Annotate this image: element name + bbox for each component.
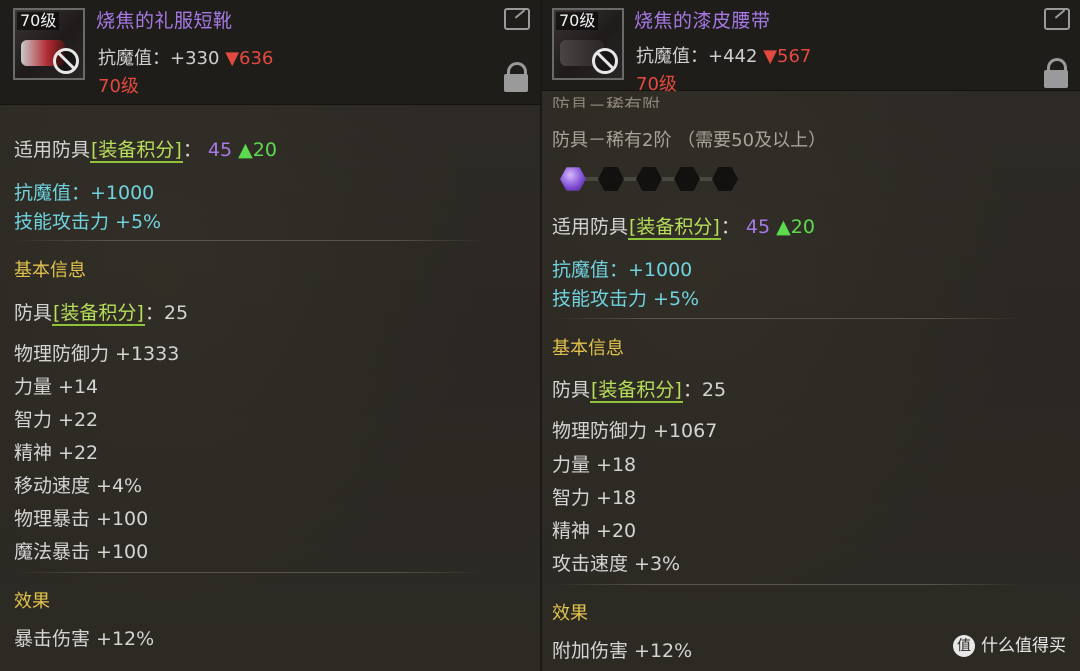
resist-label: 抗魔值：	[98, 48, 170, 69]
divider	[552, 318, 1022, 319]
applicable-score-row: 适用防具[装备积分]： 45 ▲20	[552, 212, 815, 240]
score-colon: ：	[144, 302, 164, 324]
empty-socket-icon[interactable]	[712, 167, 738, 191]
stat-line: 物理暴击 +100	[14, 508, 149, 530]
unusable-icon	[592, 48, 618, 74]
armor-score-row: 防具[装备积分]：25	[552, 375, 727, 403]
share-icon[interactable]	[1044, 8, 1070, 30]
stat-line: 智力 +18	[552, 487, 637, 509]
stat-line: 攻击速度 +3%	[552, 553, 681, 575]
empty-socket-icon[interactable]	[674, 167, 700, 191]
score-delta: ▲20	[776, 216, 815, 238]
item-tooltip-left: 70级 烧焦的礼服短靴 抗魔值：+330 ▼636 70级 适用防具[装备积分]…	[0, 0, 542, 671]
divider	[14, 572, 484, 573]
gem-socket-icon[interactable]	[560, 167, 586, 191]
resist-value: +330	[170, 48, 220, 69]
tooltip-header: 70级 烧焦的礼服短靴 抗魔值：+330 ▼636 70级	[0, 0, 540, 105]
effect-title: 效果	[552, 603, 588, 624]
item-name: 烧焦的礼服短靴	[96, 10, 233, 32]
resist-drop: ▼636	[225, 48, 274, 69]
unusable-icon	[53, 48, 79, 74]
empty-socket-icon[interactable]	[636, 167, 662, 191]
level-badge: 70级	[556, 12, 599, 30]
item-tooltip-right: 防具－稀有附 70级 烧焦的漆皮腰带 抗魔值：+442 ▼567 70级 防具－…	[542, 0, 1080, 671]
armor-label: 防具	[552, 379, 591, 401]
stat-line: 智力 +22	[14, 409, 99, 431]
resist-label: 抗魔值：	[636, 46, 708, 67]
score-colon: ：	[720, 216, 740, 238]
empty-socket-icon[interactable]	[598, 167, 624, 191]
bonus-resist: 抗魔值：+1000	[552, 259, 693, 281]
basic-info-title: 基本信息	[552, 338, 624, 359]
stat-line: 移动速度 +4%	[14, 475, 143, 497]
armor-rarity: 防具－稀有2阶 （需要50及以上）	[552, 130, 827, 151]
effect-value: 附加伤害 +12%	[552, 640, 693, 662]
score-tag: [装备积分]	[52, 302, 145, 326]
item-icon-belt[interactable]: 70级	[552, 8, 624, 80]
resist-value: +442	[708, 46, 758, 67]
stat-line: 物理防御力 +1067	[552, 420, 718, 442]
applicable-score-row: 适用防具[装备积分]： 45 ▲20	[14, 135, 277, 163]
score-colon: ：	[182, 139, 202, 161]
watermark: 值什么值得买	[953, 631, 1066, 657]
score-tag: [装备积分]	[590, 379, 683, 403]
armor-label: 防具	[14, 302, 53, 324]
armor-score-row: 防具[装备积分]：25	[14, 298, 189, 326]
level-badge: 70级	[17, 12, 60, 30]
watermark-logo-icon: 值	[953, 635, 975, 657]
applicable-label: 适用防具	[14, 139, 91, 161]
stat-line: 力量 +18	[552, 454, 637, 476]
score-tag: [装备积分]	[628, 216, 721, 240]
score-delta: ▲20	[238, 139, 277, 161]
armor-score: 25	[701, 379, 727, 401]
score-colon: ：	[682, 379, 702, 401]
lock-icon[interactable]	[504, 62, 528, 92]
effect-title: 效果	[14, 591, 50, 612]
lock-icon[interactable]	[1044, 58, 1068, 88]
resist-line: 抗魔值：+442 ▼567	[636, 42, 811, 68]
divider	[552, 584, 1022, 585]
bonus-skill-attack: 技能攻击力 +5%	[14, 211, 162, 233]
share-icon[interactable]	[504, 8, 530, 30]
score-value: 45	[207, 139, 233, 161]
stat-line: 魔法暴击 +100	[14, 541, 149, 563]
score-value: 45	[745, 216, 771, 238]
watermark-text: 什么值得买	[981, 636, 1066, 656]
effect-value: 暴击伤害 +12%	[14, 628, 155, 650]
level-requirement: 70级	[98, 76, 139, 97]
stat-line: 物理防御力 +1333	[14, 343, 180, 365]
applicable-label: 适用防具	[552, 216, 629, 238]
stat-line: 精神 +22	[14, 442, 99, 464]
resist-drop: ▼567	[763, 46, 812, 67]
basic-info-title: 基本信息	[14, 260, 86, 281]
resist-line: 抗魔值：+330 ▼636	[98, 44, 273, 70]
armor-score: 25	[163, 302, 189, 324]
stat-line: 精神 +20	[552, 520, 637, 542]
socket-row	[556, 164, 746, 194]
item-name: 烧焦的漆皮腰带	[634, 10, 771, 32]
item-icon-boots[interactable]: 70级	[13, 8, 85, 80]
score-tag: [装备积分]	[90, 139, 183, 163]
bonus-skill-attack: 技能攻击力 +5%	[552, 288, 700, 310]
tooltip-header: 70级 烧焦的漆皮腰带 抗魔值：+442 ▼567 70级	[542, 0, 1080, 95]
bonus-resist: 抗魔值：+1000	[14, 182, 155, 204]
divider	[14, 240, 484, 241]
level-requirement: 70级	[636, 74, 677, 95]
stat-line: 力量 +14	[14, 376, 99, 398]
